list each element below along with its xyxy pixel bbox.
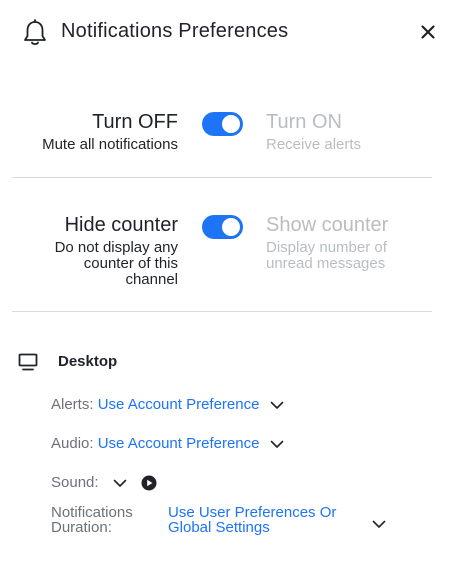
turn-off-option: Turn OFF Mute all notifications — [42, 110, 178, 153]
hide-counter-description: Do not display any counter of this chann… — [55, 240, 178, 288]
divider — [12, 311, 432, 312]
desc-line: Display number of — [266, 239, 387, 256]
value-line: Use User Preferences Or — [168, 504, 337, 521]
audio-label: Audio: — [51, 435, 94, 452]
page-title: Notifications Preferences — [61, 20, 289, 42]
desktop-label: Desktop — [58, 353, 118, 370]
toggle-knob — [222, 115, 240, 133]
counter-preference: Hide counter Do not display any counter … — [0, 213, 450, 303]
audio-select[interactable]: Use Account Preference — [98, 435, 260, 452]
turn-on-option: Turn ON Receive alerts — [266, 110, 361, 153]
audio-row: Audio: Use Account Preference — [51, 435, 284, 452]
duration-label: Notifications Duration: — [51, 505, 133, 535]
desc-line: channel — [125, 271, 178, 288]
desc-line: Do not display any — [54, 239, 178, 256]
duration-select[interactable]: Use User Preferences Or Global Settings — [168, 505, 336, 535]
turn-on-description: Receive alerts — [266, 136, 362, 153]
label-line: Notifications — [51, 504, 133, 521]
alerts-select[interactable]: Use Account Preference — [98, 396, 260, 413]
chevron-down-icon[interactable] — [270, 439, 284, 449]
bell-icon — [24, 19, 46, 45]
turn-on-title: Turn ON — [266, 111, 342, 133]
show-counter-option: Show counter Display number of unread me… — [266, 213, 388, 272]
toggle-knob — [222, 218, 240, 236]
alerts-label: Alerts: — [51, 396, 94, 413]
chevron-down-icon[interactable] — [372, 519, 386, 529]
desc-line: counter of this — [83, 255, 178, 272]
value-line: Global Settings — [168, 519, 270, 536]
chevron-down-icon[interactable] — [113, 478, 127, 488]
close-icon[interactable] — [418, 22, 438, 42]
show-counter-description: Display number of unread messages — [266, 240, 388, 272]
sound-label: Sound: — [51, 474, 99, 491]
hide-counter-title: Hide counter — [64, 214, 178, 236]
label-line: Duration: — [51, 519, 112, 536]
dialog-header: Notifications Preferences — [0, 0, 450, 66]
desc-line: unread messages — [266, 255, 386, 272]
monitor-icon — [18, 353, 38, 371]
turn-off-description: Mute all notifications — [42, 136, 178, 153]
play-icon[interactable] — [141, 475, 157, 491]
mute-preference: Turn OFF Mute all notifications Turn ON … — [0, 110, 450, 170]
alerts-row: Alerts: Use Account Preference — [51, 396, 284, 413]
hide-counter-option: Hide counter Do not display any counter … — [55, 213, 178, 288]
sound-row: Sound: — [51, 474, 157, 491]
turn-off-title: Turn OFF — [92, 111, 178, 133]
chevron-down-icon[interactable] — [270, 400, 284, 410]
counter-toggle[interactable] — [202, 215, 243, 239]
mute-toggle[interactable] — [202, 112, 243, 136]
divider — [12, 177, 432, 178]
show-counter-title: Show counter — [266, 214, 389, 236]
